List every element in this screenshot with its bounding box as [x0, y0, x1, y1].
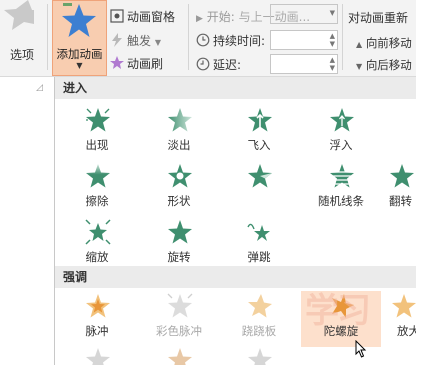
- gallery-item-label: 淡出: [167, 138, 191, 152]
- star-icon: [248, 348, 272, 365]
- animation-painter-button[interactable]: 动画刷: [110, 55, 163, 72]
- animation-painter-label: 动画刷: [127, 57, 164, 71]
- gallery-item-label: 出现: [85, 138, 109, 152]
- painter-star-icon: [110, 56, 124, 70]
- spin-up-icon[interactable]: ▲: [330, 32, 335, 40]
- start-dropdown[interactable]: ▼: [270, 4, 338, 24]
- spin-up-icon[interactable]: ▲: [330, 56, 335, 64]
- fly-in-star-icon: [248, 108, 272, 132]
- gallery-item-partial[interactable]: [139, 345, 219, 365]
- gallery-item-swivel[interactable]: 旋转: [139, 217, 219, 273]
- spin-down-icon[interactable]: ▼: [330, 40, 335, 48]
- animation-pane-label: 动画窗格: [127, 10, 176, 24]
- chevron-down-icon: ▼: [329, 9, 335, 17]
- gallery-item-partial[interactable]: [57, 345, 137, 365]
- chevron-down-icon: ▼: [76, 61, 83, 70]
- swivel-star-icon: [168, 220, 192, 244]
- wipe-star-icon: [86, 164, 110, 188]
- effect-options-button[interactable]: 选项: [10, 46, 34, 63]
- gallery-item-label: 浮入: [329, 138, 353, 152]
- add-animation-label: 添加动画: [56, 47, 103, 61]
- fade-star-icon: [168, 108, 192, 132]
- duration-control: 持续时间:: [196, 32, 265, 49]
- gallery-item-shape[interactable]: 形状: [139, 161, 219, 217]
- start-label: 开始:: [206, 10, 235, 24]
- trigger-label: 触发: [127, 34, 152, 48]
- gallery-item-label: 弹跳: [247, 250, 271, 264]
- gallery-item-label: 跷跷板: [241, 324, 277, 338]
- gallery-item-wipe[interactable]: 擦除: [57, 161, 137, 217]
- triangle-down-icon: ▼: [356, 62, 363, 71]
- lightning-icon: [110, 33, 124, 47]
- bounce-star-icon: [247, 223, 270, 241]
- gallery-item-random-bars[interactable]: 随机线条: [301, 161, 381, 217]
- gallery-item-fade[interactable]: 淡出: [139, 105, 219, 161]
- animations-ribbon: 选项 添加动画 ▼ 动画窗格 触发 ▼ 动画刷 ▶ 开始: 与上一动画... 持…: [0, 0, 418, 77]
- move-later-label: 向后移动: [365, 58, 412, 72]
- reorder-title: 对动画重新: [348, 11, 409, 25]
- gallery-item-wheel[interactable]: [219, 161, 299, 217]
- animation-pane-button[interactable]: 动画窗格: [110, 8, 175, 25]
- gallery-item-label: 擦除: [85, 194, 109, 208]
- gallery-item-teeter[interactable]: 跷跷板: [219, 291, 299, 347]
- gallery-item-label: 脉冲: [85, 324, 109, 338]
- move-later-button[interactable]: ▼ 向后移动: [356, 57, 412, 73]
- gallery-item-label: 缩放: [85, 250, 109, 264]
- star-icon: [86, 348, 110, 365]
- gallery-item-label: 彩色脉冲: [156, 324, 202, 338]
- watermark-logo: 学习: [305, 291, 371, 331]
- move-earlier-button[interactable]: ▲ 向前移动: [356, 35, 412, 51]
- gallery-item-bounce[interactable]: 弹跳: [219, 217, 299, 273]
- ribbon-divider: [342, 4, 343, 70]
- triangle-up-icon: ▲: [356, 40, 363, 49]
- add-animation-button[interactable]: 添加动画 ▼: [52, 0, 107, 76]
- trigger-button[interactable]: 触发 ▼: [110, 32, 161, 49]
- delay-label: 延迟:: [213, 58, 242, 72]
- appear-star-icon: [86, 108, 110, 132]
- mouse-cursor-icon: [355, 340, 367, 358]
- random-bars-star-icon: [330, 164, 354, 188]
- gallery-item-color-pulse[interactable]: 彩色脉冲: [139, 291, 219, 347]
- float-in-star-icon: [330, 108, 354, 132]
- wheel-star-icon: [248, 164, 272, 188]
- star-icon: [168, 348, 192, 365]
- ribbon-divider: [188, 4, 189, 70]
- play-icon: ▶: [196, 14, 203, 24]
- animation-pane-icon: [110, 9, 124, 23]
- gallery-item-fly-in[interactable]: 飞入: [219, 105, 299, 161]
- move-earlier-label: 向前移动: [365, 36, 412, 50]
- zoom-star-icon: [85, 219, 111, 245]
- pulse-star-icon: [86, 294, 110, 318]
- dialog-launcher-icon[interactable]: ◿: [36, 83, 43, 93]
- chevron-down-icon: ▼: [154, 38, 161, 47]
- delay-clock-icon: [196, 57, 210, 71]
- flip-star-icon: [390, 164, 414, 188]
- gallery-item-pulse[interactable]: 脉冲: [57, 291, 137, 347]
- clock-icon: [196, 33, 210, 47]
- duration-label: 持续时间:: [213, 34, 266, 48]
- ribbon-divider: [47, 4, 48, 70]
- page-margin: [416, 0, 428, 365]
- gallery-item-label: 旋转: [167, 250, 191, 264]
- gallery-item-label: 形状: [167, 194, 191, 208]
- teeter-star-icon: [248, 294, 272, 318]
- duration-input[interactable]: ▲ ▼: [270, 30, 338, 50]
- effect-options-star-icon: [4, 0, 34, 30]
- delay-control: 延迟:: [196, 56, 241, 73]
- add-animation-star-icon: [62, 3, 96, 37]
- animation-gallery: 进入 出现 淡出 飞入 浮入 擦除 形状 随机线条 翻转 缩放 旋转 弹跳 强调…: [54, 77, 420, 365]
- gallery-item-zoom[interactable]: 缩放: [57, 217, 137, 273]
- color-pulse-star-icon: [167, 293, 193, 318]
- grow-star-icon: [392, 294, 416, 318]
- spin-down-icon[interactable]: ▼: [330, 64, 335, 72]
- shape-star-icon: [168, 164, 192, 188]
- entrance-header: 进入: [55, 77, 417, 99]
- gallery-item-label: 飞入: [247, 138, 271, 152]
- gallery-item-float-in[interactable]: 浮入: [301, 105, 381, 161]
- gallery-item-partial[interactable]: [219, 345, 299, 365]
- delay-input[interactable]: ▲ ▼: [270, 54, 338, 74]
- gallery-item-label: 随机线条: [318, 194, 364, 208]
- gallery-item-appear[interactable]: 出现: [57, 105, 137, 161]
